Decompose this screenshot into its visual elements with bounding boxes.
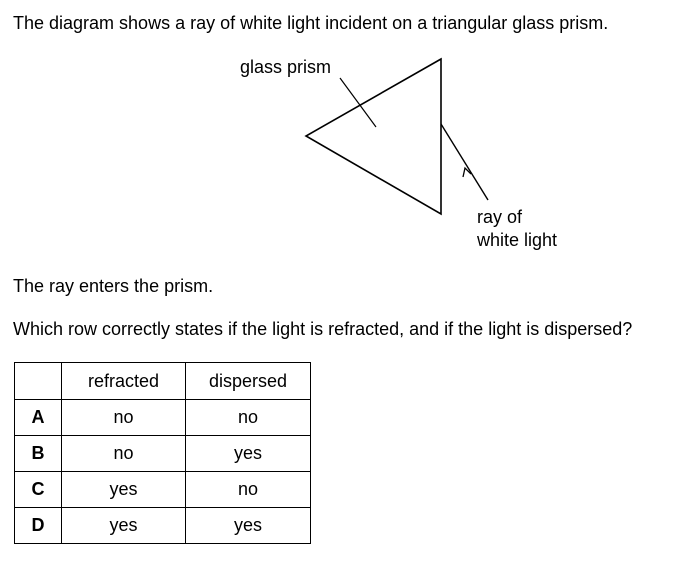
table-row-a: A no no bbox=[14, 399, 311, 436]
ray-label-line1: ray of bbox=[477, 207, 523, 227]
refracted-cell: yes bbox=[61, 507, 186, 544]
glass-prism-label: glass prism bbox=[240, 57, 331, 77]
refracted-cell: no bbox=[61, 399, 186, 436]
dispersed-cell: yes bbox=[185, 507, 311, 544]
header-refracted: refracted bbox=[61, 362, 186, 400]
table-row-b: B no yes bbox=[14, 435, 311, 472]
dispersed-cell: no bbox=[185, 471, 311, 508]
table-header-row: refracted dispersed bbox=[14, 362, 311, 400]
question-prompt: Which row correctly states if the light … bbox=[13, 319, 633, 339]
table-row-c: C yes no bbox=[14, 471, 311, 508]
prism-label-leader-line bbox=[339, 77, 377, 128]
incident-ray bbox=[440, 123, 489, 201]
row-letter: A bbox=[14, 399, 62, 436]
refracted-cell: no bbox=[61, 435, 186, 472]
row-letter: B bbox=[14, 435, 62, 472]
answer-table: refracted dispersed A no no B no yes C y… bbox=[14, 362, 311, 544]
glass-prism-triangle bbox=[304, 57, 442, 216]
ray-label-line2: white light bbox=[476, 230, 557, 250]
dispersed-cell: yes bbox=[185, 435, 311, 472]
row-letter: C bbox=[14, 471, 62, 508]
header-blank-cell bbox=[14, 362, 62, 400]
refracted-cell: yes bbox=[61, 471, 186, 508]
prism-diagram: glass prism ray of white light bbox=[240, 57, 557, 250]
question-statement: The ray enters the prism. bbox=[13, 276, 214, 296]
header-dispersed: dispersed bbox=[185, 362, 311, 400]
dispersed-cell: no bbox=[185, 399, 311, 436]
row-letter: D bbox=[14, 507, 62, 544]
table-row-d: D yes yes bbox=[14, 507, 311, 544]
